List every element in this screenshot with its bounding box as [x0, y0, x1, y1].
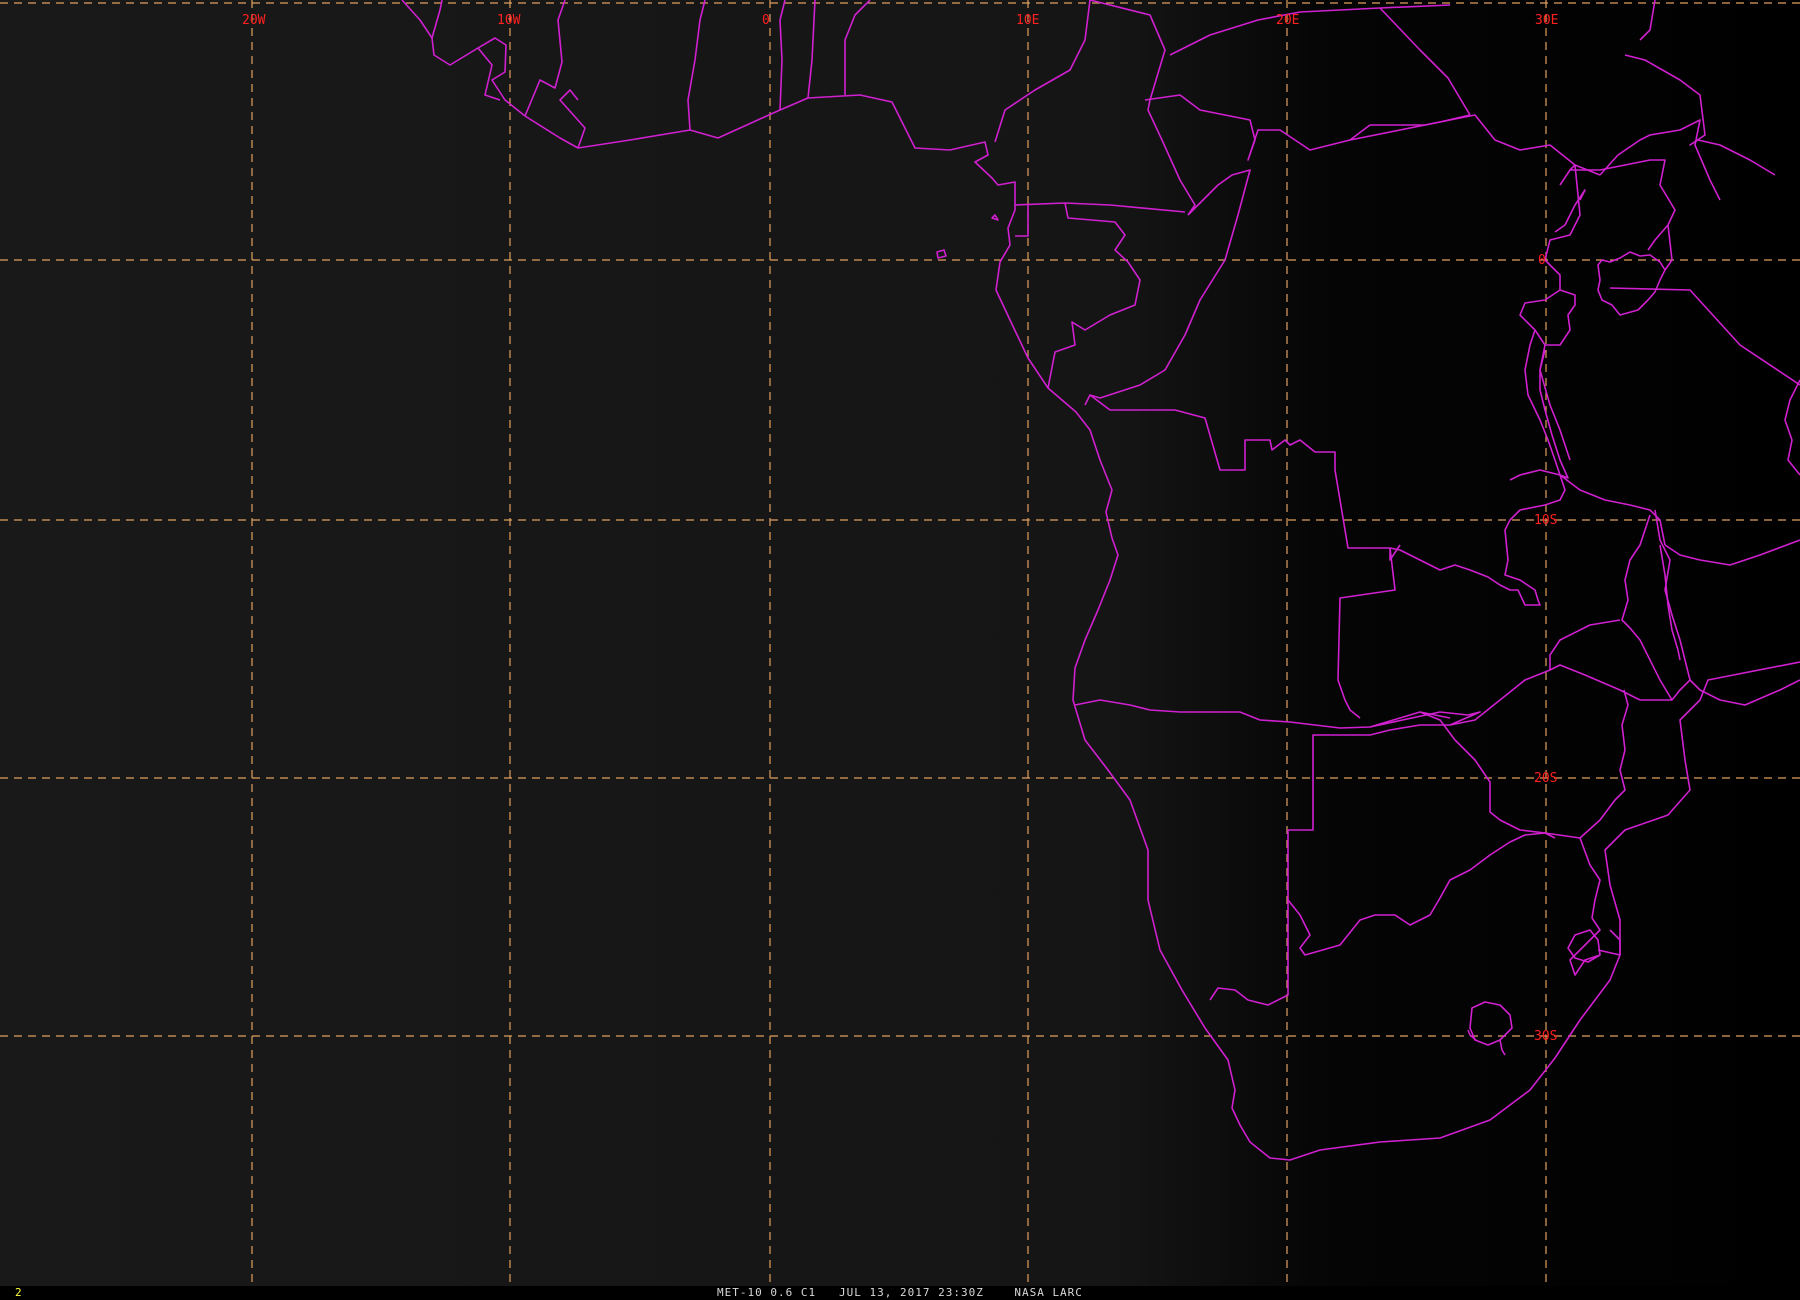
satellite-image-viewer[interactable]: 20W 10W 0 10E 20E 30E 0 10S 20S 30S [0, 0, 1800, 1286]
lon-label-10e: 10E [1016, 13, 1039, 28]
lon-label-0: 0 [762, 13, 770, 28]
lon-label-30e: 30E [1535, 13, 1558, 28]
lat-label-0: 0 [1538, 253, 1546, 268]
lat-label-30s: 30S [1534, 1029, 1557, 1044]
image-caption: MET-10 0.6 C1 JUL 13, 2017 23:30Z NASA L… [717, 1286, 1083, 1299]
lat-label-10s: 10S [1534, 513, 1557, 528]
lon-label-20e: 20E [1276, 13, 1299, 28]
satellite-imagery [0, 0, 1800, 1286]
lon-label-20w: 20W [242, 13, 266, 28]
status-bar: 2 MET-10 0.6 C1 JUL 13, 2017 23:30Z NASA… [0, 1286, 1800, 1300]
satellite-map: 20W 10W 0 10E 20E 30E 0 10S 20S 30S [0, 0, 1800, 1286]
lat-label-20s: 20S [1534, 771, 1557, 786]
lon-label-10w: 10W [497, 13, 521, 28]
